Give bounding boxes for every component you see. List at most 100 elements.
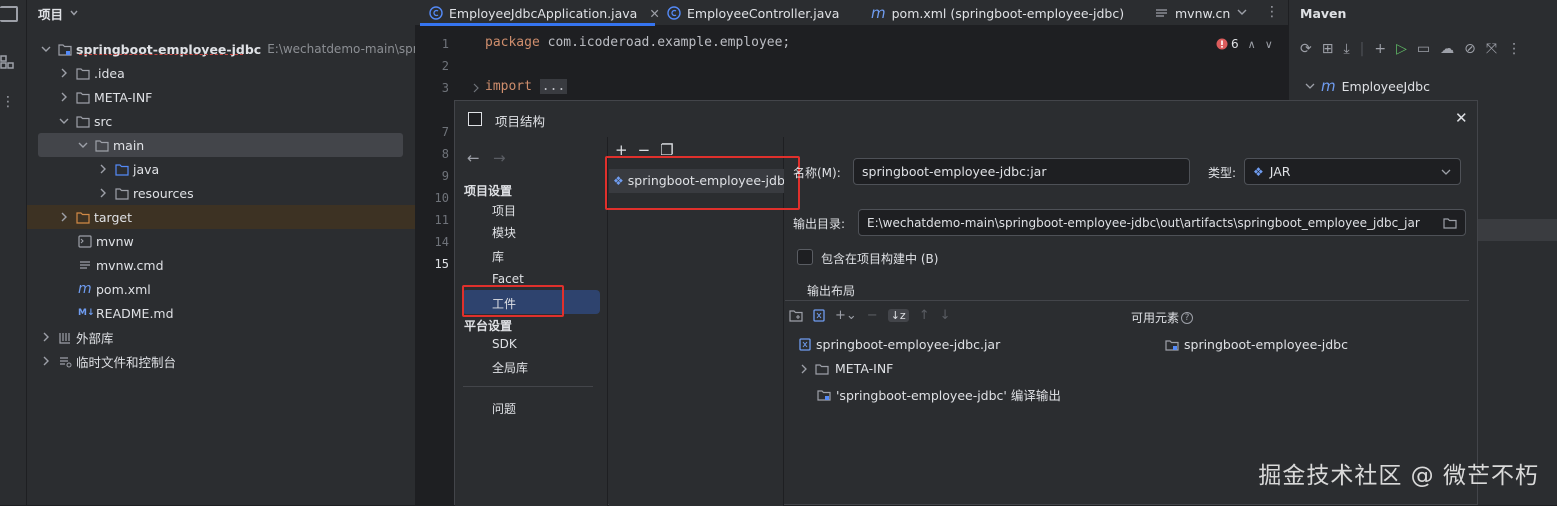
layout-tree-label: 'springboot-employee-jdbc' 编译输出 (836, 388, 1061, 403)
nav-item-modules[interactable]: 模块 (492, 224, 516, 241)
compile-output-icon (817, 389, 831, 401)
layout-tree-jar[interactable]: springboot-employee-jdbc.jar (799, 337, 1000, 352)
nav-item-libraries[interactable]: 库 (492, 248, 504, 265)
chevron-right-icon (100, 164, 106, 174)
available-tree-module[interactable]: springboot-employee-jdbc (1165, 337, 1348, 352)
tree-label: java (133, 161, 160, 177)
add-copy-of-icon[interactable]: +⌄ (835, 308, 857, 323)
chevron-down-icon (78, 142, 88, 148)
folded-imports[interactable]: ... (539, 79, 568, 94)
chevron-down-icon[interactable]: ∨ (1265, 38, 1273, 51)
tree-item-main[interactable]: main (77, 133, 144, 157)
line-number: 1 (441, 37, 449, 51)
tree-item-java[interactable]: java (97, 157, 159, 181)
chevron-up-icon[interactable]: ∧ (1248, 38, 1256, 51)
tree-item-meta-inf[interactable]: META-INF (58, 85, 152, 109)
layout-tree-meta-inf[interactable]: META-INF (799, 361, 893, 376)
run-icon[interactable]: ▷ (1396, 41, 1407, 57)
add-folder-icon[interactable]: ⊞ (1322, 41, 1334, 57)
tab-employee-jdbc-application[interactable]: EmployeeJdbcApplication.java ✕ (429, 0, 660, 26)
tree-item-mvnw-cmd[interactable]: mvnw.cmd (78, 253, 164, 277)
folder-panel-icon[interactable] (0, 6, 18, 22)
tree-item-pom[interactable]: m pom.xml (78, 277, 151, 301)
toolbar-separator: | (1359, 41, 1365, 57)
move-down-icon[interactable]: ↓ (940, 308, 951, 323)
include-in-build-checkbox[interactable] (797, 249, 813, 265)
nav-item-problems[interactable]: 问题 (492, 400, 516, 417)
archive-icon[interactable] (813, 309, 825, 322)
tab-list-chevron-icon[interactable] (1236, 8, 1248, 18)
dialog-titlebar: 项目结构 ✕ (455, 101, 1477, 137)
tab-label: pom.xml (springboot-employee-jdbc) (891, 5, 1125, 21)
tab-mvnw-cmd[interactable]: mvnw.cn (1155, 0, 1235, 26)
structure-icon[interactable] (0, 55, 14, 69)
nav-item-sdk[interactable]: SDK (492, 337, 517, 351)
layout-tree-compile-output[interactable]: 'springboot-employee-jdbc' 编译输出 (817, 385, 1061, 404)
tree-item-idea[interactable]: .idea (58, 61, 125, 85)
layout-divider (785, 300, 1469, 301)
more-icon[interactable]: ⋮ (1507, 41, 1521, 57)
tree-label: .idea (94, 65, 125, 81)
chevron-right-icon (43, 332, 49, 342)
download-icon[interactable]: ⤓ (1343, 41, 1349, 57)
close-icon[interactable]: ✕ (1455, 109, 1468, 127)
nav-item-project[interactable]: 项目 (492, 202, 516, 219)
back-arrow-icon[interactable]: ← (467, 149, 480, 167)
line-number: 2 (441, 59, 449, 73)
maven-project-node[interactable]: m EmployeeJdbc (1305, 77, 1430, 95)
artifact-type-select[interactable]: ❖ JAR (1244, 158, 1461, 185)
archive-icon (799, 338, 811, 351)
sort-icon[interactable]: ↓z (887, 309, 909, 322)
line-number: 7 (441, 125, 449, 139)
output-dir-input[interactable]: E:\wechatdemo-main\springboot-employee-j… (858, 209, 1466, 236)
remove-icon[interactable]: − (867, 308, 878, 323)
nav-section-project-settings: 项目设置 (464, 184, 513, 198)
tree-item-src[interactable]: src (58, 109, 112, 133)
tree-item-scratches[interactable]: 临时文件和控制台 (40, 349, 176, 373)
folder-icon (95, 139, 109, 152)
folder-icon (76, 67, 90, 80)
java-class-icon (667, 6, 681, 20)
tab-employee-controller[interactable]: EmployeeController.java (667, 0, 839, 26)
tab-pom-xml[interactable]: m pom.xml (springboot-employee-jdbc) (871, 0, 1124, 26)
move-up-icon[interactable]: ↑ (919, 308, 930, 323)
close-icon[interactable]: ✕ (649, 6, 659, 21)
nav-item-global-libraries[interactable]: 全局库 (492, 359, 528, 376)
reload-icon[interactable]: ⟳ (1300, 41, 1312, 57)
text-file-icon (1156, 9, 1167, 17)
tree-item-mvnw[interactable]: mvnw (78, 229, 134, 253)
forward-arrow-icon[interactable]: → (493, 149, 506, 167)
tree-item-target[interactable]: target (58, 205, 132, 229)
layout-tree-label: META-INF (835, 361, 894, 376)
artifact-name-input[interactable]: springboot-employee-jdbc:jar (853, 158, 1190, 185)
output-layout-tab[interactable]: 输出布局 (807, 282, 855, 299)
project-panel-header[interactable]: 项目 (38, 4, 79, 22)
chevron-right-icon (61, 92, 67, 102)
nav-item-facets[interactable]: Facet (492, 272, 524, 286)
problems-indicator[interactable]: 6 ∧ ∨ (1216, 37, 1273, 51)
offline-icon[interactable]: ☁ (1440, 41, 1454, 57)
layout-tree-label: springboot-employee-jdbc.jar (816, 337, 1001, 352)
tree-item-resources[interactable]: resources (97, 181, 194, 205)
intellij-logo-icon (468, 112, 482, 126)
collapse-all-icon[interactable]: ⤧ (1486, 41, 1497, 57)
fold-chevron-icon[interactable] (472, 83, 480, 93)
tree-root[interactable]: springboot-employee-jdbc E:\wechatdemo-m… (40, 37, 444, 61)
new-folder-icon[interactable] (789, 309, 803, 322)
line-number: 8 (441, 147, 449, 161)
help-icon[interactable]: ? (1181, 311, 1194, 324)
chevron-down-icon (70, 10, 78, 16)
tree-label: src (94, 113, 113, 129)
line-number: 10 (434, 191, 449, 205)
more-icon[interactable]: ⋮ (1, 94, 16, 110)
tree-item-readme[interactable]: M↓ README.md (78, 301, 174, 325)
browse-folder-icon[interactable] (1443, 217, 1457, 229)
skip-tests-icon[interactable]: ⊘ (1464, 41, 1476, 57)
folder-icon (115, 187, 129, 200)
more-tabs-icon[interactable]: ⋮ (1265, 4, 1279, 20)
tree-item-external-libs[interactable]: 外部库 (40, 325, 114, 349)
spell-underline (79, 54, 243, 55)
add-icon[interactable]: + (1374, 41, 1386, 57)
execute-goal-icon[interactable]: ▭ (1417, 41, 1430, 57)
tree-label: target (94, 209, 133, 225)
